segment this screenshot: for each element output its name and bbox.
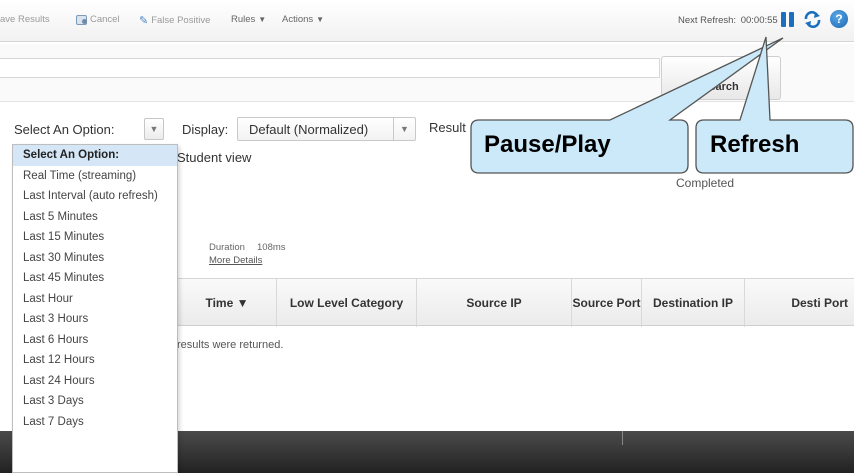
empty-message: results were returned. (177, 339, 284, 351)
duration-label: Duration (209, 242, 245, 253)
search-input[interactable] (0, 58, 660, 78)
false-positive-label: False Positive (151, 15, 211, 26)
save-results-label: ave Results (0, 14, 50, 25)
dropdown-option[interactable]: Last 24 Hours (13, 371, 177, 392)
refresh-icon[interactable] (804, 10, 821, 29)
false-positive-button[interactable]: ✎ False Positive (139, 14, 210, 27)
pause-icon[interactable] (781, 12, 795, 27)
actions-label: Actions (282, 14, 314, 25)
dropdown-option[interactable]: Last Hour (13, 289, 177, 310)
dropdown-option[interactable]: Last 3 Hours (13, 309, 177, 330)
cancel-button[interactable]: Cancel (76, 14, 120, 25)
duration-value: 108ms (257, 242, 286, 253)
dropdown-option[interactable]: Last 3 Days (13, 391, 177, 412)
dropdown-option[interactable]: Last 12 Hours (13, 350, 177, 371)
results-label: Result (429, 120, 466, 135)
dropdown-option[interactable]: Last Interval (auto refresh) (13, 186, 177, 207)
column-low-level-category[interactable]: Low Level Category (276, 279, 416, 327)
dropdown-option[interactable]: Last 30 Minutes (13, 248, 177, 269)
actions-menu[interactable]: Actions ▼ (282, 14, 324, 25)
callout-refresh: Refresh (710, 131, 800, 158)
next-refresh-label: Next Refresh: (678, 15, 737, 26)
display-label: Display: (182, 122, 229, 137)
rules-menu[interactable]: Rules ▼ (231, 14, 266, 25)
next-refresh: Next Refresh: 00:00:55 (676, 15, 778, 26)
column-source-ip[interactable]: Source IP (416, 279, 571, 327)
cancel-label: Cancel (90, 14, 120, 25)
help-icon[interactable]: ? (830, 10, 848, 28)
chevron-down-icon[interactable]: ▼ (393, 118, 415, 140)
display-select[interactable]: Default (Normalized) ▼ (237, 117, 416, 141)
status-text: Completed (676, 176, 735, 190)
chevron-down-icon[interactable]: ▼ (144, 118, 164, 140)
dropdown-option[interactable]: Last 45 Minutes (13, 268, 177, 289)
chevron-down-icon: ▼ (316, 15, 325, 24)
column-source-port[interactable]: Source Port (571, 279, 641, 327)
dropdown-option[interactable]: Real Time (streaming) (13, 166, 177, 187)
time-range-dropdown: Select An Option: Real Time (streaming) … (12, 144, 178, 473)
chevron-down-icon: ▼ (258, 15, 267, 24)
dropdown-option[interactable]: Last 15 Minutes (13, 227, 177, 248)
more-details-link[interactable]: More Details (209, 255, 262, 266)
callout-pause-play: Pause/Play (484, 131, 611, 158)
dropdown-option[interactable]: Last 5 Minutes (13, 207, 177, 228)
dropdown-option[interactable]: Last 6 Hours (13, 330, 177, 351)
table-header: Time ▼ Low Level Category Source IP Sour… (178, 278, 854, 327)
next-refresh-time: 00:00:55 (740, 15, 778, 26)
time-range-value: Select An Option: (14, 121, 115, 137)
cancel-icon (76, 14, 87, 25)
toolbar: ave Results Cancel ✎ False Positive Rule… (0, 0, 854, 42)
display-value: Default (Normalized) (249, 121, 369, 137)
dropdown-option[interactable]: Select An Option: (13, 145, 177, 166)
time-range-select[interactable]: Select An Option: ▼ (14, 117, 164, 141)
column-time[interactable]: Time ▼ (178, 279, 276, 327)
save-results-button[interactable]: ave Results (0, 14, 50, 25)
student-view-label: Student view (177, 150, 252, 165)
false-positive-icon: ✎ (139, 15, 149, 27)
column-destination-port[interactable]: Desti Port (744, 279, 854, 327)
column-destination-ip[interactable]: Destination IP (641, 279, 744, 327)
dropdown-option[interactable]: Last 7 Days (13, 412, 177, 433)
search-button[interactable]: Search (661, 56, 781, 100)
rules-label: Rules (231, 14, 256, 25)
search-row: Search (0, 44, 854, 102)
